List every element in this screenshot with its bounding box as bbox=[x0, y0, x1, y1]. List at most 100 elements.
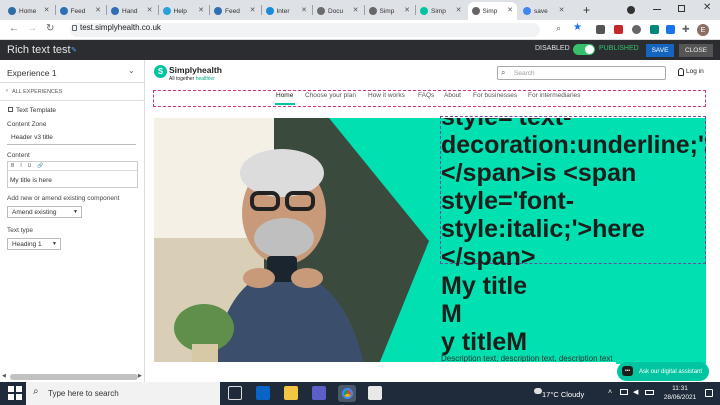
content-text[interactable]: My title is here bbox=[10, 177, 52, 184]
bold-icon[interactable]: B bbox=[11, 163, 14, 169]
publish-toggle[interactable] bbox=[573, 44, 595, 55]
tab-close-icon[interactable]: ✕ bbox=[456, 6, 462, 14]
record-icon[interactable] bbox=[627, 6, 635, 14]
minimize-icon[interactable] bbox=[653, 9, 661, 10]
bookmark-star-icon[interactable]: ★ bbox=[573, 22, 582, 33]
tab-separator bbox=[312, 5, 313, 15]
tab-close-icon[interactable]: ✕ bbox=[353, 6, 359, 14]
extension-icon[interactable] bbox=[666, 25, 675, 34]
nav-link[interactable]: For businesses bbox=[473, 92, 517, 99]
tab-close-icon[interactable]: ✕ bbox=[250, 6, 256, 14]
close-button[interactable]: CLOSE bbox=[679, 44, 713, 57]
taskbar-search-input[interactable]: Type here to search bbox=[26, 382, 220, 405]
maximize-icon[interactable] bbox=[678, 5, 685, 12]
outlook-icon[interactable] bbox=[256, 386, 270, 400]
tab-close-icon[interactable]: ✕ bbox=[301, 6, 307, 14]
tab-favicon-icon bbox=[111, 7, 119, 15]
tab-close-icon[interactable]: ✕ bbox=[44, 6, 50, 14]
amend-dropdown[interactable]: Amend existing ▼ bbox=[7, 206, 82, 218]
browser-tab[interactable]: Docu ✕ bbox=[313, 2, 363, 20]
tab-close-icon[interactable]: ✕ bbox=[507, 6, 513, 14]
scroll-right-arrow-icon[interactable]: ▶ bbox=[138, 373, 142, 379]
browser-tab[interactable]: Home ✕ bbox=[4, 2, 54, 20]
avatar[interactable]: E bbox=[697, 24, 709, 36]
browser-tab[interactable]: Inter ✕ bbox=[262, 2, 312, 20]
content-zone-value[interactable]: Header v3 title bbox=[11, 134, 53, 141]
search-input[interactable]: Search bbox=[497, 66, 666, 80]
tab-close-icon[interactable]: ✕ bbox=[198, 6, 204, 14]
browser-tab[interactable]: Simp ✕ bbox=[416, 2, 466, 20]
nav-link[interactable]: About bbox=[444, 92, 461, 99]
teams-icon[interactable] bbox=[312, 386, 326, 400]
tab-favicon-icon bbox=[59, 7, 68, 15]
nav-link[interactable]: FAQs bbox=[418, 92, 434, 99]
volume-icon[interactable]: ◀ bbox=[633, 388, 638, 396]
save-button[interactable]: SAVE bbox=[646, 44, 674, 57]
nav-link[interactable]: For intermediaries bbox=[528, 92, 580, 99]
browser-tab[interactable]: Hand ✕ bbox=[107, 2, 157, 20]
tab-close-icon[interactable]: ✕ bbox=[95, 6, 101, 14]
browser-tab[interactable]: Simp ✕ bbox=[365, 2, 415, 20]
clock-time: 11:31 bbox=[672, 385, 688, 392]
network-icon[interactable] bbox=[620, 389, 628, 395]
forward-icon[interactable]: → bbox=[27, 23, 37, 34]
tab-separator bbox=[209, 5, 210, 15]
extension-icon[interactable] bbox=[596, 25, 605, 34]
experience-select[interactable]: Experience 1 bbox=[7, 68, 57, 78]
back-icon[interactable]: ← bbox=[9, 23, 19, 34]
tab-close-icon[interactable]: ✕ bbox=[404, 6, 410, 14]
back-chevron-icon[interactable]: ‹ bbox=[6, 88, 8, 94]
underline-icon[interactable]: U bbox=[28, 163, 32, 169]
tab-separator bbox=[106, 5, 107, 15]
nav-link[interactable]: How it works bbox=[368, 92, 405, 99]
text-type-value: Heading 1 bbox=[12, 240, 42, 248]
extension-icon[interactable] bbox=[614, 25, 623, 34]
nav-link[interactable]: Choose your plan bbox=[305, 92, 356, 99]
horizontal-scrollbar[interactable] bbox=[10, 374, 138, 380]
tray-up-icon[interactable]: ˄ bbox=[608, 389, 612, 396]
tab-close-icon[interactable]: ✕ bbox=[559, 6, 565, 14]
page-title: Rich text test bbox=[7, 44, 71, 56]
zoom-icon[interactable]: ⌕ bbox=[556, 23, 561, 34]
chevron-down-icon[interactable]: ⌄ bbox=[128, 66, 135, 75]
windows-start-icon[interactable] bbox=[8, 386, 22, 400]
extension-icon[interactable] bbox=[650, 25, 659, 34]
link-icon[interactable]: 🔗 bbox=[37, 163, 43, 169]
chat-bubble-icon: ••• bbox=[622, 366, 633, 376]
disabled-label: DISABLED bbox=[535, 45, 570, 52]
nav-link[interactable]: Home bbox=[276, 92, 293, 99]
browser-tab[interactable]: Feed ✕ bbox=[56, 2, 106, 20]
taskbar-clock[interactable]: 11:31 28/06/2021 bbox=[660, 384, 700, 402]
battery-icon[interactable] bbox=[645, 390, 654, 395]
all-experiences-link[interactable]: ALL EXPERIENCES bbox=[12, 89, 62, 95]
notification-icon[interactable] bbox=[705, 389, 713, 397]
paint-icon[interactable] bbox=[368, 386, 382, 400]
tab-favicon-icon bbox=[368, 7, 377, 15]
reload-icon[interactable]: ↻ bbox=[46, 23, 54, 34]
file-explorer-icon[interactable] bbox=[284, 386, 298, 400]
hero-code-line: style:italic;'>here bbox=[441, 215, 645, 243]
browser-tab[interactable]: Help ✕ bbox=[159, 2, 209, 20]
extension-icon[interactable] bbox=[632, 25, 641, 34]
logo-text[interactable]: Simplyhealth bbox=[169, 65, 222, 75]
url-text[interactable]: test.simplyhealth.co.uk bbox=[80, 23, 161, 32]
tab-favicon-icon bbox=[265, 7, 274, 15]
close-window-icon[interactable]: ✕ bbox=[703, 2, 711, 13]
text-type-dropdown[interactable]: Heading 1 ▼ bbox=[7, 238, 61, 250]
user-icon bbox=[678, 68, 684, 76]
extensions-puzzle-icon[interactable]: ✚ bbox=[682, 24, 690, 35]
scroll-left-arrow-icon[interactable]: ◀ bbox=[2, 373, 6, 379]
active-nav-indicator bbox=[275, 103, 295, 105]
login-link[interactable]: Log in bbox=[686, 68, 704, 75]
task-view-icon[interactable] bbox=[228, 386, 242, 400]
weather-widget[interactable]: 17°C Cloudy bbox=[542, 390, 584, 399]
new-tab-button[interactable]: + bbox=[583, 3, 590, 17]
browser-tab[interactable]: Feed ✕ bbox=[210, 2, 260, 20]
tab-favicon-icon bbox=[8, 7, 16, 15]
browser-tab[interactable]: Simp ✕ bbox=[467, 2, 517, 20]
italic-icon[interactable]: I bbox=[20, 163, 21, 169]
tagline-accent: healthier bbox=[195, 76, 215, 82]
browser-tab[interactable]: save ✕ bbox=[519, 2, 569, 20]
edit-pencil-icon[interactable]: ✎ bbox=[71, 46, 77, 54]
tab-close-icon[interactable]: ✕ bbox=[147, 6, 153, 14]
